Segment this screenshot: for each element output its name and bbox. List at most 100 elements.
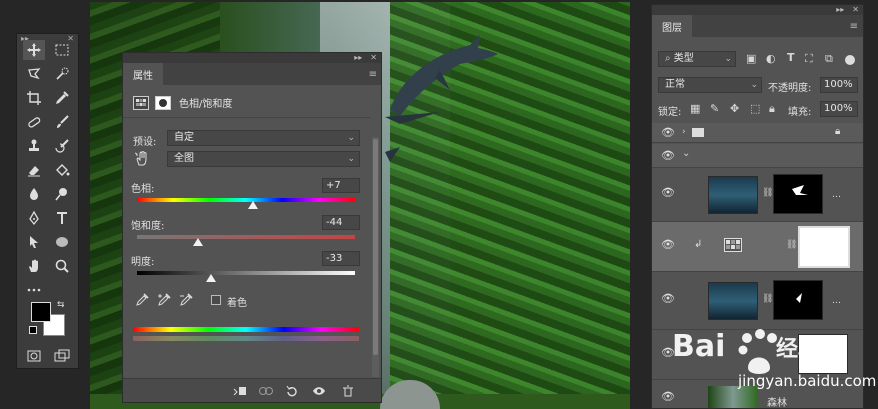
chevron-down-icon[interactable]: ⌄ [682,148,690,159]
zoom-icon[interactable] [51,256,73,276]
targeted-adjustment-hand-icon[interactable] [134,150,149,169]
brush-icon[interactable] [51,112,73,132]
marquee-icon[interactable] [51,40,73,60]
preset-select[interactable]: 自定 ⌄ [167,130,360,146]
link-icon[interactable]: ⛓︎ [762,294,773,304]
history-brush-icon[interactable] [51,136,73,156]
visibility-eye-icon[interactable]: 👁︎ [661,238,675,251]
scrollbar-thumb[interactable] [373,139,378,355]
visibility-eye-icon[interactable]: 👁︎ [661,149,675,162]
bucket-icon[interactable] [51,160,73,180]
healing-icon[interactable] [23,112,45,132]
panel-menu-icon[interactable]: ≡ [369,69,377,80]
lock-position-icon[interactable]: ✥ [730,102,739,115]
visibility-eye-icon[interactable]: 👁︎ [661,186,675,199]
properties-scrollbar[interactable] [372,137,379,377]
link-icon[interactable]: ⛓︎ [762,188,773,198]
properties-panel-topbar[interactable]: ▸▸ ✕ [123,53,381,63]
trash-icon[interactable] [339,383,357,399]
blur-icon[interactable] [23,184,45,204]
eyedropper-plus-icon[interactable] [157,293,171,310]
eyedropper-icon[interactable] [51,88,73,108]
pen-icon[interactable] [23,208,45,228]
adjustment-title: 色相/饱和度 [179,99,233,110]
opacity-input[interactable]: 100% [820,77,858,93]
baidu-logo: Bai 经验 [672,329,820,374]
clip-to-layer-icon[interactable] [231,383,249,399]
properties-tabrow: 属性 ≡ [123,63,381,85]
ellipse-icon[interactable] [51,232,73,252]
tab-layers[interactable]: 图层 [652,15,692,37]
type-icon[interactable] [51,208,73,228]
layer-group-row-expanded[interactable]: 👁︎ ⌄ [652,144,863,168]
filter-toggle-icon[interactable] [845,55,855,65]
saturation-slider-thumb[interactable] [193,238,204,246]
lightness-input[interactable]: -33 [322,251,360,266]
view-previous-icon[interactable] [257,383,275,399]
tab-properties[interactable]: 属性 [123,63,163,85]
swap-colors-icon[interactable]: ⇆ [57,300,65,310]
move-icon[interactable] [23,40,45,60]
layers-panel-topbar[interactable]: ▸▸ ✕ [652,5,863,15]
hue-input[interactable]: +7 [322,178,360,193]
layer-name-truncated: … [832,190,841,200]
lock-icon: 🔒︎ [835,126,841,137]
eyedropper-icon[interactable] [135,293,149,310]
close-icon[interactable]: ✕ [852,5,859,15]
filter-pixel-icon[interactable]: ▣ [746,52,756,65]
chevron-right-icon[interactable]: › [682,127,686,137]
quick-select-icon[interactable] [51,64,73,84]
lock-artboard-icon[interactable]: ⬚ [750,102,760,115]
quick-mask-icon[interactable] [23,346,45,366]
fill-input[interactable]: 100% [820,101,858,117]
default-colors-icon[interactable] [29,326,37,334]
more-icon[interactable] [23,280,45,300]
colorize-checkbox[interactable] [211,295,221,305]
foreground-color-swatch[interactable] [31,302,51,322]
stamp-icon[interactable] [23,136,45,156]
visibility-eye-icon[interactable]: 👁︎ [661,292,675,305]
lock-all-icon[interactable]: 🔒︎ [769,102,775,116]
eyedropper-minus-icon[interactable] [179,293,193,310]
hue-slider-thumb[interactable] [247,201,258,209]
saturation-track[interactable] [137,235,355,239]
layer-group-row[interactable]: 👁︎ › 🔒︎ [652,123,863,143]
blend-mode-select[interactable]: 正常 ⌄ [658,77,762,93]
collapse-icon[interactable]: ▸▸ [354,53,362,63]
hue-saturation-icon[interactable] [133,95,149,110]
layer-mask-thumbnail[interactable] [773,174,823,214]
collapse-icon[interactable]: ▸▸ [836,5,844,15]
layer-row[interactable]: 👁︎ ⛓︎ … [652,168,863,222]
saturation-input[interactable]: -44 [322,215,360,230]
crop-icon[interactable] [23,88,45,108]
reset-icon[interactable] [283,383,301,399]
colorize-label: 着色 [227,298,247,309]
layer-filter-select[interactable]: ⌕ 类型 ⌄ [658,51,736,67]
filter-adjustment-icon[interactable]: ◐ [766,52,776,65]
eraser-icon[interactable] [23,160,45,180]
lock-transparent-icon[interactable]: ▦ [690,102,700,115]
close-icon[interactable]: ✕ [370,53,377,63]
layer-mask-icon[interactable] [155,95,171,110]
visibility-eye-icon[interactable]: 👁︎ [661,126,675,139]
layer-mask-thumbnail[interactable] [798,226,850,268]
hue-label: 色相: [131,184,155,195]
filter-type-icon[interactable]: T [787,51,795,64]
lightness-track[interactable] [137,271,355,275]
layer-row-hue-saturation[interactable]: 👁︎ ↲ ⛓︎ [652,222,863,272]
lasso-icon[interactable] [23,64,45,84]
dodge-icon[interactable] [51,184,73,204]
path-select-icon[interactable] [23,232,45,252]
lock-pixels-icon[interactable]: ✎ [710,102,719,115]
channel-value: 全图 [174,153,194,164]
lightness-slider-thumb[interactable] [206,274,217,282]
panel-menu-icon[interactable]: ≡ [850,21,858,32]
link-icon[interactable]: ⛓︎ [786,240,797,250]
channel-select[interactable]: 全图 ⌄ [167,151,360,167]
hue-track[interactable] [137,198,355,202]
visibility-eye-icon[interactable] [310,383,328,399]
filter-shape-icon[interactable]: ⛶ [805,52,813,66]
screen-mode-icon[interactable] [51,346,73,366]
filter-smart-object-icon[interactable]: ⧉ [825,52,833,66]
hand-icon[interactable] [23,256,45,276]
